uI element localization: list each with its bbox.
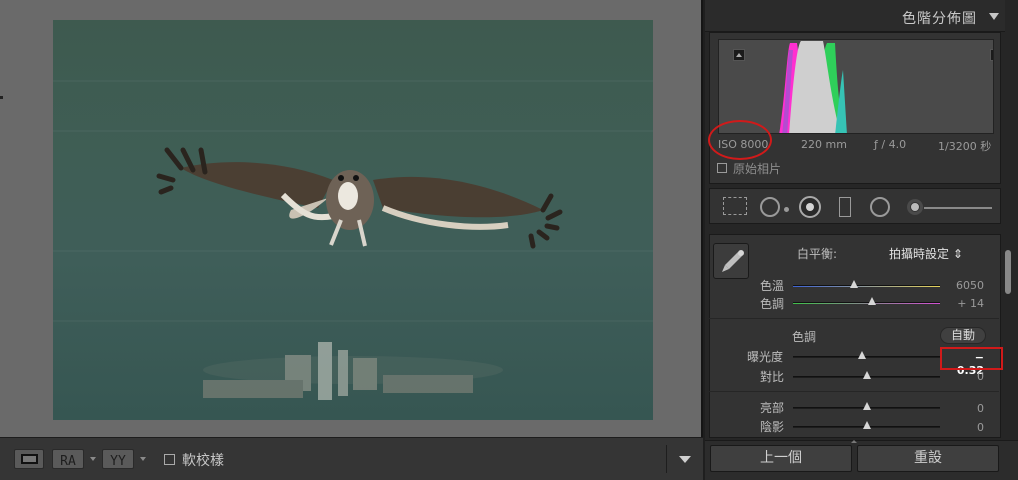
chevron-down-icon[interactable] (140, 457, 146, 461)
section-divider (709, 391, 999, 392)
shadows-slider-thumb[interactable] (863, 421, 871, 429)
red-eye-icon[interactable] (799, 196, 821, 218)
histogram-graph[interactable] (718, 39, 994, 134)
osprey-illustration (156, 147, 563, 400)
graduated-filter-icon[interactable] (839, 197, 851, 217)
brush-slider-track[interactable] (924, 207, 992, 209)
highlight-clip-warning-icon[interactable] (990, 49, 993, 61)
reset-button[interactable]: 重設 (857, 445, 999, 472)
original-photo-checkbox[interactable] (717, 163, 727, 173)
panel-scrollbar[interactable] (1005, 250, 1011, 294)
collapse-icon[interactable] (989, 13, 999, 20)
contrast-value[interactable]: 0 (944, 370, 984, 383)
tint-value[interactable]: + 14 (944, 297, 984, 310)
histogram-header[interactable]: 色階分佈圖 (705, 0, 1005, 32)
softproof-label: 軟校樣 (182, 453, 224, 469)
white-balance-label: 白平衡: (797, 247, 838, 261)
tint-slider-thumb[interactable] (868, 297, 876, 305)
before-after-yy-label: YY (110, 454, 126, 469)
iso-highlight-ring (708, 120, 772, 160)
tool-strip (709, 188, 1001, 224)
loupe-view-button[interactable] (14, 449, 44, 469)
toolbar-menu-icon[interactable] (679, 456, 691, 463)
edge-marker (0, 96, 3, 99)
tint-slider-track[interactable] (793, 302, 940, 304)
adjustment-brush-icon[interactable] (910, 202, 920, 212)
tint-label: 色調 (760, 297, 785, 311)
exif-aperture: ƒ / 4.0 (874, 138, 907, 151)
section-divider (709, 318, 999, 319)
before-after-ra-button[interactable]: RA (52, 449, 84, 469)
histogram-curves (779, 41, 847, 133)
highlights-label: 亮部 (760, 401, 785, 415)
shadow-clip-warning-icon[interactable] (733, 49, 745, 61)
temp-label: 色溫 (760, 279, 785, 293)
highlights-value[interactable]: 0 (944, 402, 984, 415)
shadows-value[interactable]: 0 (944, 421, 984, 434)
auto-tone-button[interactable]: 自動 (940, 327, 986, 344)
exposure-slider-thumb[interactable] (858, 351, 866, 359)
exif-focal-length: 220 mm (801, 138, 847, 151)
spot-removal-dot (784, 207, 789, 212)
contrast-label: 對比 (760, 370, 785, 384)
tone-label: 色調 (792, 330, 817, 344)
temp-slider-thumb[interactable] (850, 280, 858, 288)
spot-removal-icon[interactable] (760, 197, 780, 217)
histogram-title: 色階分佈圖 (902, 11, 977, 27)
exposure-label: 曝光度 (747, 350, 784, 364)
panel-end-marker-icon (851, 440, 857, 443)
eyedropper-icon (722, 250, 744, 272)
exposure-slider-track[interactable] (793, 356, 940, 358)
single-view-icon (21, 454, 38, 464)
temp-slider-track[interactable] (793, 285, 940, 287)
toolbar-divider (666, 445, 667, 473)
original-photo-label: 原始相片 (733, 162, 782, 176)
before-after-yy-button[interactable]: YY (102, 449, 134, 469)
temp-value[interactable]: 6050 (944, 279, 984, 292)
white-balance-eyedropper[interactable] (713, 243, 749, 279)
radial-filter-icon[interactable] (870, 197, 890, 217)
image-viewer[interactable] (0, 0, 703, 437)
exif-shutter: 1/3200 秒 (938, 140, 992, 153)
white-balance-select[interactable]: 拍攝時設定 ⇕ (889, 245, 963, 262)
previous-button[interactable]: 上一個 (710, 445, 852, 472)
highlights-slider-thumb[interactable] (863, 402, 871, 410)
photo[interactable] (53, 20, 653, 420)
crop-icon[interactable] (723, 197, 747, 215)
chevron-down-icon[interactable] (90, 457, 96, 461)
softproof-checkbox[interactable] (164, 454, 175, 465)
exposure-highlight-box (940, 347, 1003, 370)
shadows-label: 陰影 (760, 420, 785, 434)
before-after-ra-label: RA (60, 454, 76, 469)
contrast-slider-thumb[interactable] (863, 371, 871, 379)
